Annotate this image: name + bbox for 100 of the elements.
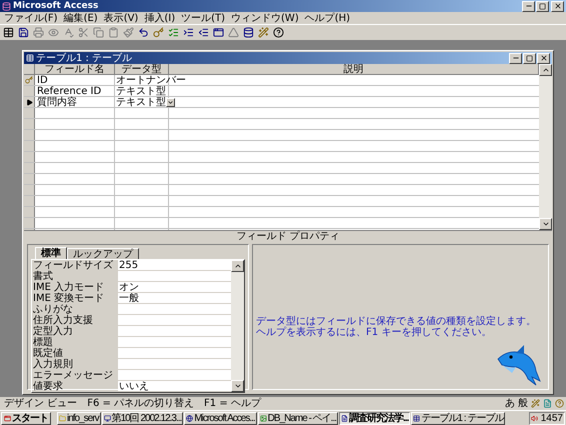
scissors-icon[interactable]: [78, 27, 89, 38]
minimize-button[interactable]: [522, 0, 535, 12]
caret-up-icon: [542, 66, 550, 74]
property-tab[interactable]: ルックアップ: [67, 248, 139, 259]
table-cell[interactable]: テキスト型: [116, 86, 166, 96]
dropdown-button[interactable]: [166, 98, 175, 106]
globe-icon: [186, 414, 194, 422]
property-field[interactable]: [118, 370, 231, 381]
caret-icon: [167, 98, 174, 106]
vertical-scrollbar[interactable]: [539, 64, 552, 230]
ime-mode-button[interactable]: あ: [505, 398, 515, 409]
menu-item[interactable]: ツール(T): [181, 12, 226, 24]
copy-icon[interactable]: [93, 27, 104, 38]
row-selector[interactable]: [24, 97, 35, 107]
start-button[interactable]: スタート: [1, 412, 51, 424]
maximize-icon: [526, 54, 533, 62]
taskbar-button[interactable]: info_serv: [57, 412, 101, 424]
preview-icon[interactable]: [48, 27, 59, 38]
property-label: 標題: [32, 337, 53, 348]
table-cell[interactable]: 質問内容: [35, 97, 115, 107]
ime-tool-icon[interactable]: [531, 399, 540, 408]
paintbrush-icon[interactable]: [123, 27, 134, 38]
ime-mode-button[interactable]: 般: [518, 398, 528, 409]
table-cell[interactable]: テキスト型: [116, 96, 166, 108]
dictionary-icon[interactable]: [543, 399, 552, 408]
property-field[interactable]: いいえ: [118, 381, 231, 392]
column-header[interactable]: フィールド名: [35, 64, 115, 74]
minimize-button[interactable]: [509, 52, 522, 64]
menu-item[interactable]: ヘルプ(H): [304, 12, 350, 24]
close-button[interactable]: [537, 52, 550, 64]
printer-icon[interactable]: [33, 27, 44, 38]
property-field[interactable]: [118, 304, 231, 315]
triangle-icon[interactable]: [228, 27, 239, 38]
table-icon: [26, 54, 34, 62]
app-title: Microsoft Access: [13, 0, 98, 12]
menu-item[interactable]: 挿入(I): [144, 12, 176, 24]
image-icon: [260, 414, 267, 422]
property-field[interactable]: 一般: [118, 293, 231, 304]
monitor-icon: [104, 414, 111, 422]
caret-down-icon: [234, 382, 242, 390]
maximize-button[interactable]: [523, 52, 536, 64]
maximize-button[interactable]: [536, 0, 549, 12]
table-cell[interactable]: Reference ID: [35, 86, 115, 96]
table-cell[interactable]: オートナンバー: [116, 74, 186, 86]
table-cell[interactable]: ID: [35, 75, 115, 85]
undo-icon[interactable]: [138, 27, 149, 38]
status-text: F6 = パネルの切り替え: [87, 398, 194, 409]
property-label: IME 入力モード: [32, 282, 106, 293]
key-icon[interactable]: [153, 27, 164, 38]
window-title: テーブル1 : テーブル: [36, 52, 132, 64]
table-icon: [413, 414, 420, 422]
help-icon[interactable]: [273, 27, 284, 38]
caret-down-icon: [542, 220, 550, 228]
status-text: F1 = ヘルプ: [204, 398, 261, 409]
menu-item[interactable]: 表示(V): [104, 12, 138, 24]
menu-item[interactable]: 編集(E): [64, 12, 98, 24]
property-field[interactable]: 255: [118, 260, 231, 271]
help-text: データ型にはフィールドに保存できる値の種類を設定します。ヘルプを表示するには、F1 キーを押してください。: [256, 316, 537, 338]
spellcheck-icon[interactable]: [63, 27, 74, 38]
column-header[interactable]: データ型: [115, 64, 169, 74]
caret-up-icon: [234, 262, 242, 270]
property-label: 値要求: [32, 381, 64, 392]
taskbar-button[interactable]: Microsoft Acces...: [184, 412, 257, 424]
taskbar-button[interactable]: テーブル1 : テーブル: [411, 412, 506, 424]
property-field[interactable]: オン: [118, 282, 231, 293]
vertical-scrollbar[interactable]: [231, 260, 244, 392]
property-field[interactable]: [118, 348, 231, 359]
property-field[interactable]: [118, 315, 231, 326]
close-button[interactable]: [551, 0, 564, 12]
property-label: 定型入力: [32, 326, 74, 337]
taskbar-button[interactable]: 調査研究法学...: [339, 412, 410, 424]
database-icon[interactable]: [243, 27, 254, 38]
property-field[interactable]: [118, 271, 231, 282]
close-icon: [554, 2, 562, 10]
delete-row-icon[interactable]: [198, 27, 209, 38]
clipboard-icon[interactable]: [108, 27, 119, 38]
property-label: 既定値: [32, 348, 64, 359]
property-label: IME 変換モード: [32, 293, 106, 304]
property-field[interactable]: [118, 337, 231, 348]
property-field[interactable]: [118, 359, 231, 370]
table-icon[interactable]: [3, 27, 14, 38]
folder-icon: [59, 414, 66, 422]
property-tab[interactable]: 標準: [35, 247, 67, 259]
status-text: デザイン ビュー: [4, 398, 78, 409]
save-icon[interactable]: [18, 27, 29, 38]
insert-row-icon[interactable]: [183, 27, 194, 38]
taskbar-button[interactable]: DB_Name - ペイ...: [258, 412, 338, 424]
list-icon[interactable]: [168, 27, 179, 38]
clock: 1457: [540, 412, 563, 424]
property-label: 住所入力支援: [32, 315, 94, 326]
menu-item[interactable]: ウィンドウ(W): [231, 12, 299, 24]
window-icon[interactable]: [213, 27, 224, 38]
section-label: フィールド プロパティ: [24, 230, 552, 241]
menu-item[interactable]: ファイル(F): [4, 12, 58, 24]
property-label: 書式: [32, 271, 54, 282]
close-icon: [540, 54, 548, 62]
taskbar-button[interactable]: 第10回 2002.12.3...: [102, 412, 184, 424]
property-field[interactable]: [118, 326, 231, 337]
speaker-icon[interactable]: [530, 414, 538, 422]
wand-icon[interactable]: [258, 27, 269, 38]
